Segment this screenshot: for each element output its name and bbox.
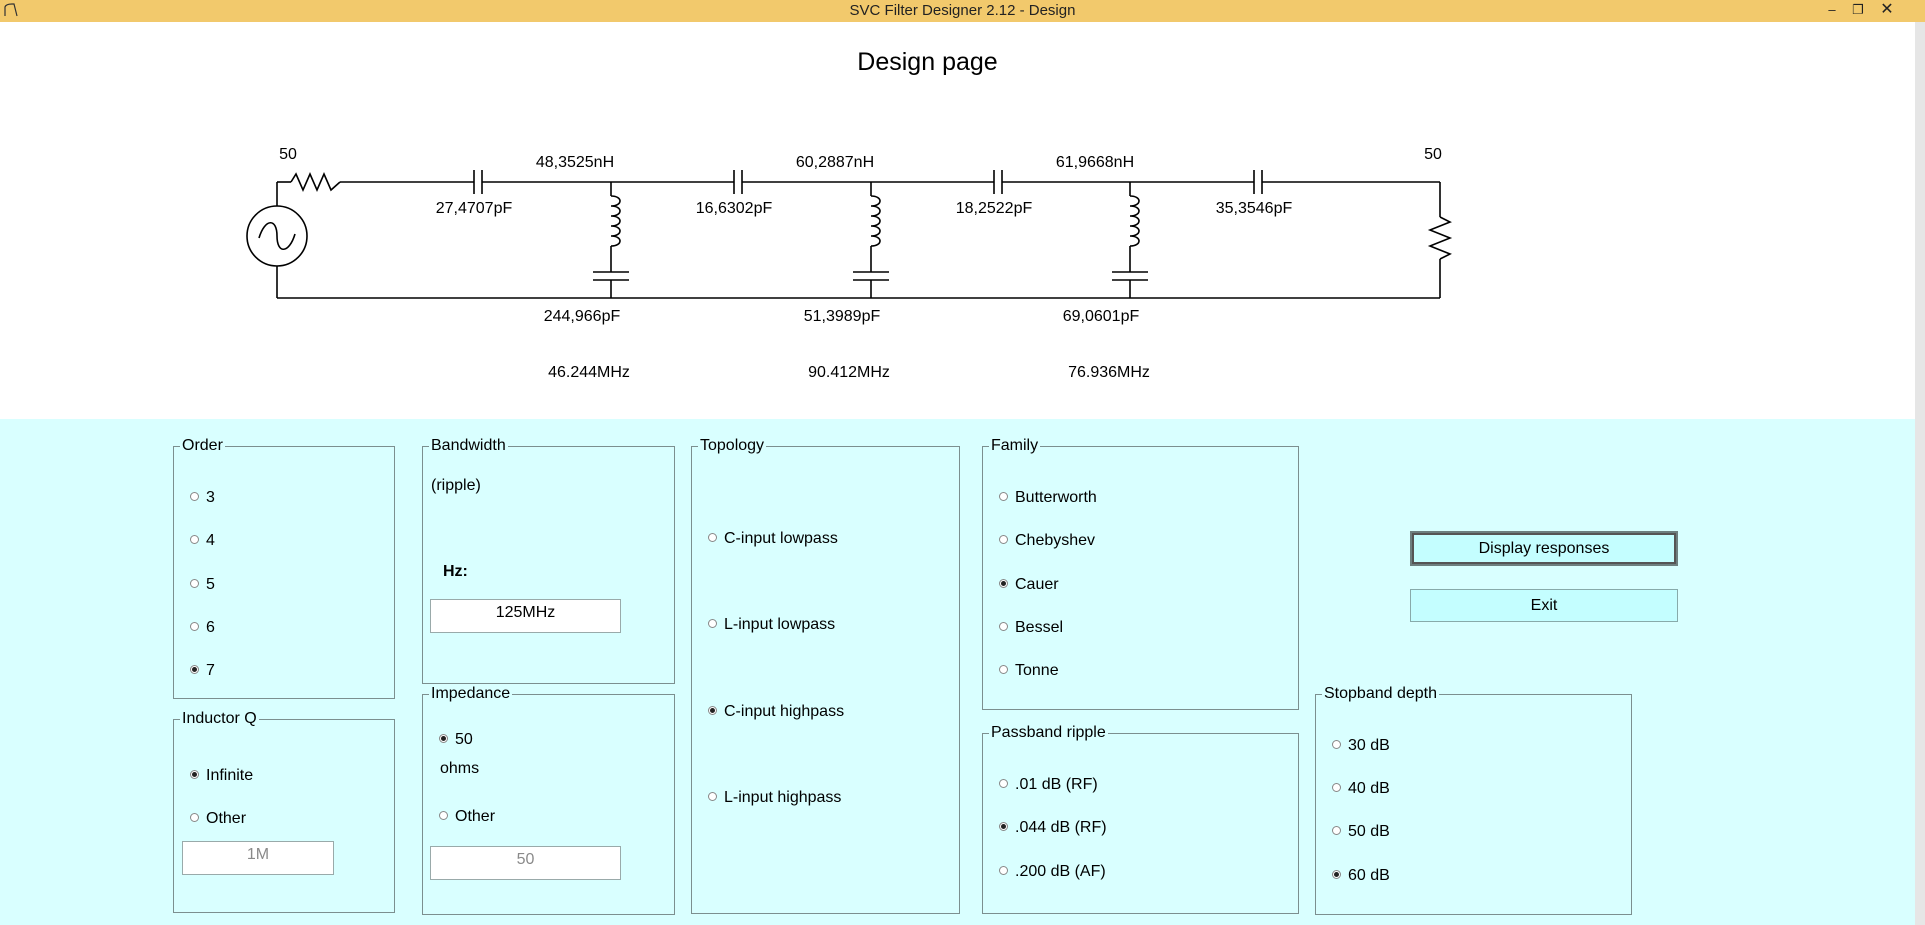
radio-icon[interactable]: [190, 492, 199, 501]
stopband-30db[interactable]: 30 dB: [1332, 737, 1390, 755]
radio-icon[interactable]: [190, 813, 199, 822]
inductor-label: 61,9668nH: [1056, 154, 1134, 171]
inductor-q-other[interactable]: Other: [190, 810, 246, 828]
radio-icon[interactable]: [1332, 740, 1341, 749]
shunt-branch-3: [1112, 182, 1148, 298]
passband-ripple-legend: Passband ripple: [991, 724, 1106, 741]
radio-icon[interactable]: [190, 579, 199, 588]
filter-schematic: 50 50 27,4707pF 16,6302pF 18,2522pF 35,3…: [246, 146, 1453, 381]
family-butterworth[interactable]: Butterworth: [999, 489, 1097, 507]
load-resistor: [1427, 216, 1453, 260]
radio-icon[interactable]: [708, 792, 717, 801]
radio-icon[interactable]: [439, 734, 448, 743]
ripple-option-044[interactable]: .044 dB (RF): [999, 819, 1107, 837]
stopband-50db[interactable]: 50 dB: [1332, 823, 1390, 841]
impedance-option-50[interactable]: 50: [439, 731, 473, 749]
notch-frequency-label: 46.244MHz: [548, 364, 630, 381]
restore-icon[interactable]: ❐: [1845, 0, 1871, 22]
impedance-input[interactable]: 50: [430, 846, 621, 880]
radio-icon[interactable]: [1332, 783, 1341, 792]
radio-icon[interactable]: [708, 619, 717, 628]
radio-icon[interactable]: [708, 706, 717, 715]
radio-icon[interactable]: [999, 535, 1008, 544]
source-impedance-label: 50: [279, 146, 297, 163]
order-legend: Order: [182, 437, 223, 454]
topology-group: Topology: [691, 437, 960, 914]
topology-c-input-lowpass[interactable]: C-input lowpass: [708, 530, 838, 548]
bandwidth-group: Bandwidth: [422, 437, 675, 684]
radio-icon[interactable]: [708, 533, 717, 542]
shunt-cap-label: 69,0601pF: [1063, 308, 1140, 325]
bandwidth-unit-label: Hz:: [443, 563, 468, 580]
series-cap-label: 35,3546pF: [1216, 200, 1293, 217]
ripple-option-200[interactable]: .200 dB (AF): [999, 863, 1106, 881]
radio-icon[interactable]: [999, 866, 1008, 875]
radio-icon[interactable]: [1332, 870, 1341, 879]
family-bessel[interactable]: Bessel: [999, 619, 1063, 637]
series-cap-label: 27,4707pF: [436, 200, 513, 217]
radio-icon[interactable]: [999, 779, 1008, 788]
order-group: Order: [173, 437, 395, 699]
shunt-branch-2: [853, 182, 889, 298]
radio-icon[interactable]: [190, 665, 199, 674]
display-responses-button[interactable]: Display responses: [1410, 531, 1678, 566]
shunt-branch-1: [593, 182, 629, 298]
bandwidth-subtitle: (ripple): [431, 477, 481, 494]
inductor-q-infinite[interactable]: Infinite: [190, 767, 253, 785]
stopband-depth-legend: Stopband depth: [1324, 685, 1437, 702]
bandwidth-input[interactable]: 125MHz: [430, 599, 621, 633]
radio-icon[interactable]: [439, 811, 448, 820]
topology-l-input-lowpass[interactable]: L-input lowpass: [708, 616, 835, 634]
series-cap-label: 18,2522pF: [956, 200, 1033, 217]
load-impedance-label: 50: [1424, 146, 1442, 163]
impedance-legend: Impedance: [431, 685, 511, 702]
inductor-label: 48,3525nH: [536, 154, 614, 171]
family-chebyshev[interactable]: Chebyshev: [999, 532, 1095, 550]
impedance-ohms-label: ohms: [440, 760, 480, 777]
family-tonne[interactable]: Tonne: [999, 662, 1059, 680]
radio-icon[interactable]: [190, 535, 199, 544]
shunt-cap-label: 51,3989pF: [804, 308, 881, 325]
order-option-5[interactable]: 5: [190, 576, 215, 594]
inductor-q-legend: Inductor Q: [182, 710, 257, 727]
topology-c-input-highpass[interactable]: C-input highpass: [708, 703, 844, 721]
series-cap-label: 16,6302pF: [696, 200, 773, 217]
title-bar: SVC Filter Designer 2.12 - Design – ❐ ✕: [0, 0, 1925, 23]
inductor-label: 60,2887nH: [796, 154, 874, 171]
radio-icon[interactable]: [1332, 826, 1341, 835]
order-option-4[interactable]: 4: [190, 532, 215, 550]
family-cauer[interactable]: Cauer: [999, 576, 1059, 594]
close-icon[interactable]: ✕: [1874, 0, 1900, 22]
order-option-7[interactable]: 7: [190, 662, 215, 680]
stopband-40db[interactable]: 40 dB: [1332, 780, 1390, 798]
impedance-group: Impedance: [422, 685, 675, 915]
radio-icon[interactable]: [999, 665, 1008, 674]
source-resistor: [290, 172, 341, 192]
family-legend: Family: [991, 437, 1039, 454]
exit-button[interactable]: Exit: [1410, 589, 1678, 622]
radio-icon[interactable]: [999, 622, 1008, 631]
order-option-6[interactable]: 6: [190, 619, 215, 637]
radio-icon[interactable]: [999, 822, 1008, 831]
radio-icon[interactable]: [999, 492, 1008, 501]
inductor-q-input[interactable]: 1M: [182, 841, 334, 875]
notch-frequency-label: 76.936MHz: [1068, 364, 1150, 381]
ripple-option-01[interactable]: .01 dB (RF): [999, 776, 1098, 794]
order-option-3[interactable]: 3: [190, 489, 215, 507]
radio-icon[interactable]: [999, 579, 1008, 588]
window-right-edge: [1915, 22, 1925, 925]
topology-legend: Topology: [700, 437, 765, 454]
radio-icon[interactable]: [190, 622, 199, 631]
shunt-cap-label: 244,966pF: [544, 308, 621, 325]
bandwidth-legend: Bandwidth: [431, 437, 506, 454]
stopband-60db[interactable]: 60 dB: [1332, 867, 1390, 885]
notch-frequency-label: 90.412MHz: [808, 364, 890, 381]
minimize-icon[interactable]: –: [1819, 0, 1845, 22]
topology-l-input-highpass[interactable]: L-input highpass: [708, 789, 841, 807]
radio-icon[interactable]: [190, 770, 199, 779]
window-title: SVC Filter Designer 2.12 - Design: [849, 2, 1076, 19]
impedance-option-other[interactable]: Other: [439, 808, 495, 826]
